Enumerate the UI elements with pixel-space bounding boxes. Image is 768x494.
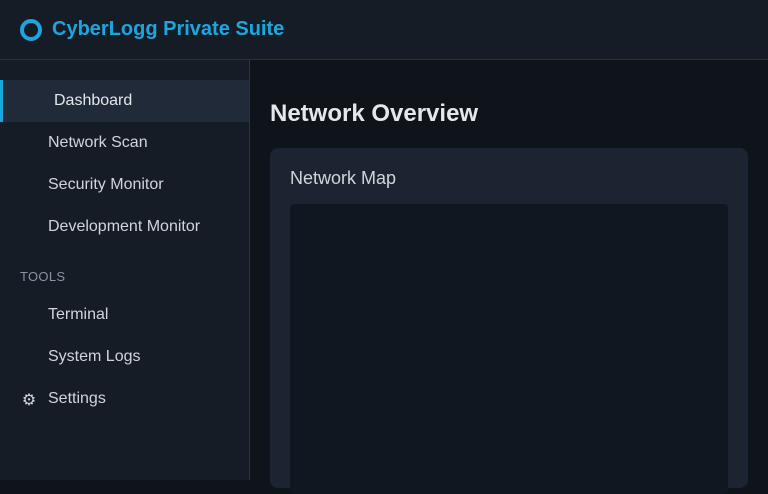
sidebar-item-label: Dashboard [54,92,133,109]
sidebar-item-system-logs[interactable]: System Logs [0,336,249,378]
page-title: Network Overview [270,100,479,127]
main-content: Network Overview Network Map [250,60,768,494]
card-title: Network Map [290,168,397,188]
sidebar-item-security-monitor[interactable]: Security Monitor [0,164,249,206]
sidebar-item-development-monitor[interactable]: Development Monitor [0,206,249,248]
network-map-card: Network Map [270,148,748,494]
top-bar: CyberLogg Private Suite [0,0,768,60]
ring-logo-icon [20,18,42,41]
sidebar-item-dashboard[interactable]: Dashboard [0,80,249,122]
sidebar-item-terminal[interactable]: Terminal [0,294,249,336]
sidebar: Dashboard Network Scan Security Monitor … [0,60,250,480]
sidebar-item-label: Network Scan [48,134,148,151]
sidebar-item-label: Security Monitor [48,176,164,193]
sidebar-item-settings[interactable]: ⚙ Settings [0,378,249,420]
app-title: CyberLogg Private Suite [52,18,285,40]
sidebar-item-label: Settings [48,390,106,407]
tools-section-label: TOOLS [20,269,66,284]
sidebar-item-label: System Logs [48,348,141,365]
sidebar-item-network-scan[interactable]: Network Scan [0,122,249,164]
network-map-canvas[interactable] [290,204,728,494]
sidebar-item-label: Development Monitor [48,218,201,235]
gear-icon: ⚙ [21,389,37,409]
sidebar-item-label: Terminal [48,306,109,323]
